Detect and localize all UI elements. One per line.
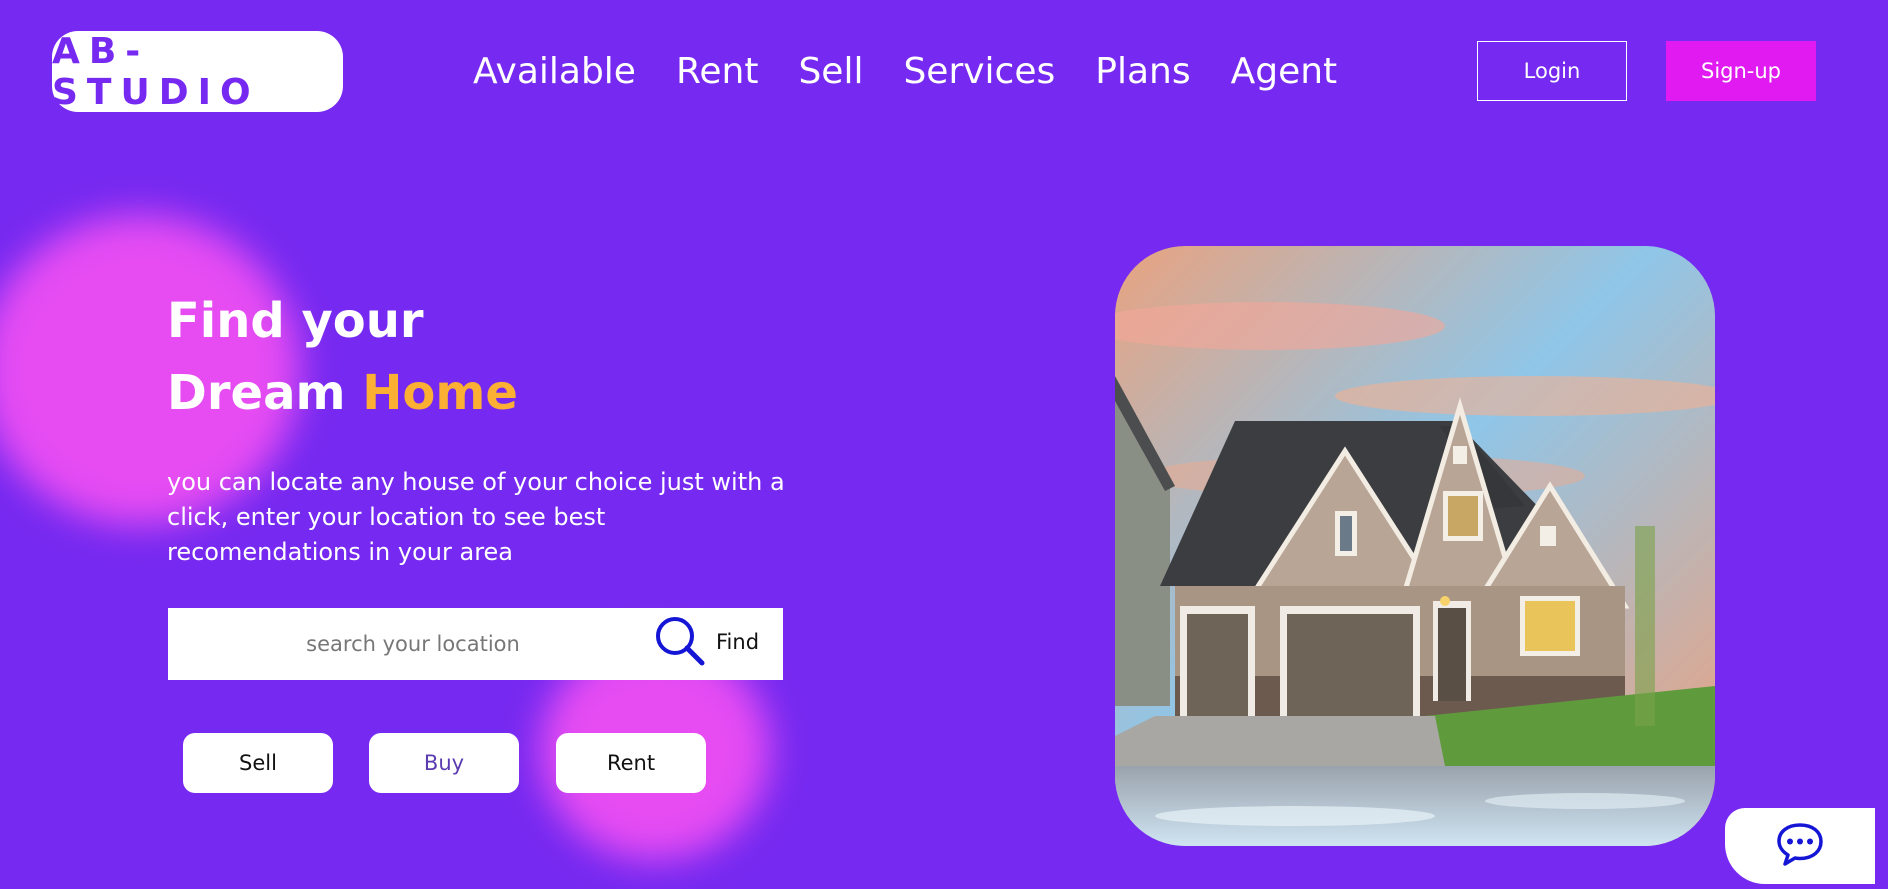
rent-button[interactable]: Rent (556, 733, 706, 793)
hero-title-accent: Home (362, 365, 518, 421)
nav-item-rent[interactable]: Rent (676, 51, 758, 92)
hero-description: you can locate any house of your choice … (167, 468, 785, 566)
logo-text: AB-STUDIO (52, 30, 260, 113)
hero-title-line2: Dream (167, 365, 346, 421)
sell-button[interactable]: Sell (183, 733, 333, 793)
chat-widget[interactable] (1725, 808, 1875, 884)
logo[interactable]: AB-STUDIO (52, 30, 343, 113)
hero-title: Find your Dream Home (167, 285, 518, 429)
nav-item-plans[interactable]: Plans (1095, 51, 1190, 92)
nav-item-services[interactable]: Services (903, 51, 1055, 92)
nav-item-available[interactable]: Available (473, 51, 636, 92)
main-nav: Available Rent Sell Services Plans Agent (473, 46, 1337, 96)
buy-button[interactable]: Buy (369, 733, 519, 793)
search-input[interactable] (168, 608, 638, 680)
chat-bubble-icon[interactable] (1775, 821, 1825, 871)
nav-item-agent[interactable]: Agent (1231, 51, 1338, 92)
signup-button[interactable]: Sign-up (1666, 41, 1816, 101)
find-button[interactable]: Find (716, 630, 759, 654)
search-icon[interactable] (654, 615, 706, 667)
house-photo (1115, 246, 1715, 846)
nav-item-sell[interactable]: Sell (798, 51, 863, 92)
login-button[interactable]: Login (1477, 41, 1627, 101)
search-bar: Find (168, 608, 783, 680)
hero-title-line1: Find your (167, 293, 424, 349)
